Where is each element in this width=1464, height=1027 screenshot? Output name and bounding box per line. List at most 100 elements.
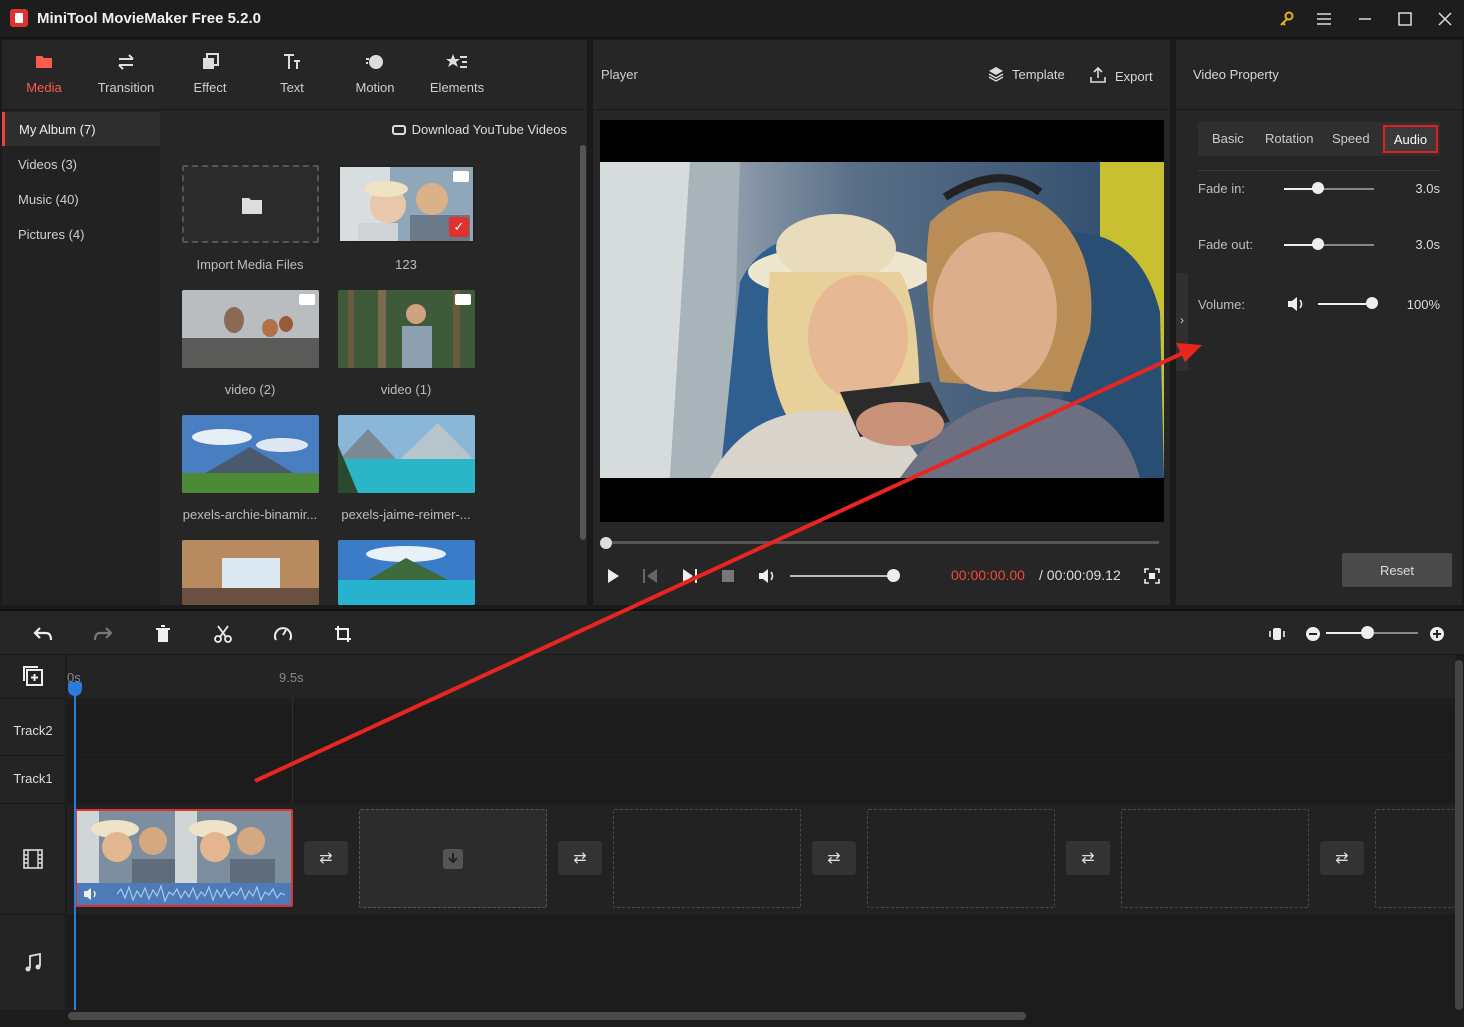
split-audio-icon[interactable] [1264, 621, 1290, 647]
ruler-mark-label: 9.5s [279, 670, 304, 685]
fade-in-knob[interactable] [1312, 182, 1324, 194]
empty-clip-slot[interactable] [1375, 809, 1455, 908]
tab-basic[interactable]: Basic [1212, 131, 1244, 146]
redo-icon[interactable] [90, 621, 116, 647]
tab-effect[interactable]: Effect [168, 50, 252, 106]
empty-clip-slot[interactable] [1121, 809, 1309, 908]
template-button[interactable]: Template [988, 66, 1065, 82]
fade-out-value: 3.0s [1415, 237, 1440, 252]
empty-clip-slot[interactable] [613, 809, 801, 908]
tab-audio[interactable]: Audio [1383, 125, 1438, 153]
effect-icon [203, 53, 219, 69]
elements-icon [446, 54, 467, 68]
progress-track[interactable] [606, 541, 1159, 544]
fade-out-knob[interactable] [1312, 238, 1324, 250]
media-thumb-pexels-archie[interactable] [182, 415, 319, 493]
tab-text-label: Text [280, 80, 304, 95]
media-thumb-video-2[interactable] [182, 290, 319, 368]
volume-icon[interactable] [755, 564, 779, 588]
media-thumb-resort[interactable] [338, 540, 475, 605]
tab-text[interactable]: Text [250, 50, 334, 106]
tab-speed[interactable]: Speed [1332, 131, 1370, 146]
playhead-handle[interactable] [68, 682, 82, 696]
zoom-in-icon[interactable] [1424, 621, 1450, 647]
maximize-icon[interactable] [1391, 6, 1419, 32]
play-button[interactable] [601, 564, 625, 588]
track1-lane[interactable] [67, 756, 1456, 803]
delete-icon[interactable] [150, 621, 176, 647]
timeline-horizontal-scrollbar[interactable] [68, 1012, 1026, 1020]
track2-lane[interactable] [67, 705, 1456, 754]
previous-frame-button[interactable] [638, 564, 662, 588]
folder-icon [242, 198, 262, 214]
export-button[interactable]: Export [1089, 66, 1153, 84]
timeline-ruler[interactable]: 0s 9.5s [67, 655, 1456, 698]
empty-clip-slot[interactable] [867, 809, 1055, 908]
tab-motion[interactable]: Motion [333, 50, 417, 106]
undo-icon[interactable] [30, 621, 56, 647]
divider [0, 803, 66, 804]
transition-slot-button[interactable]: ⇄ [1066, 841, 1110, 875]
reset-button[interactable]: Reset [1342, 553, 1452, 587]
transition-slot-button[interactable]: ⇄ [558, 841, 602, 875]
tab-elements[interactable]: Elements [415, 50, 499, 106]
close-icon[interactable] [1431, 6, 1459, 32]
collapse-panel-chevron-icon[interactable]: › [1176, 273, 1188, 371]
media-thumb-123[interactable]: ✓ [338, 165, 475, 243]
media-scrollbar[interactable] [580, 145, 586, 540]
tab-transition-label: Transition [97, 80, 155, 95]
crop-icon[interactable] [330, 621, 356, 647]
video-preview[interactable] [600, 120, 1164, 522]
music-track-lane[interactable] [67, 915, 1456, 1010]
scissors-icon[interactable] [210, 621, 236, 647]
transition-slot-button[interactable]: ⇄ [1320, 841, 1364, 875]
check-icon: ✓ [449, 217, 469, 237]
player-volume-knob[interactable] [887, 569, 900, 582]
next-frame-button[interactable] [678, 564, 702, 588]
zoom-knob[interactable] [1361, 626, 1374, 639]
menu-icon[interactable] [1310, 6, 1338, 32]
empty-clip-slot[interactable] [359, 809, 547, 908]
media-grid: Download YouTube Videos Import Media Fil… [160, 110, 587, 605]
total-time: / 00:00:09.12 [1039, 567, 1121, 583]
progress-knob[interactable] [600, 537, 612, 549]
transition-slot-button[interactable]: ⇄ [304, 841, 348, 875]
player-volume-track[interactable] [790, 575, 893, 577]
zoom-out-icon[interactable] [1300, 621, 1326, 647]
video-badge-icon [453, 171, 469, 182]
minimize-icon[interactable] [1351, 6, 1379, 32]
album-item-music[interactable]: Music (40) [2, 182, 160, 216]
tab-motion-label: Motion [355, 80, 395, 95]
key-icon[interactable] [1273, 6, 1301, 32]
media-thumb-pexels-jaime[interactable] [338, 415, 475, 493]
stop-button[interactable] [716, 564, 740, 588]
tab-rotation[interactable]: Rotation [1265, 131, 1313, 146]
playhead[interactable] [74, 682, 76, 1010]
volume-knob[interactable] [1366, 297, 1378, 309]
app-title: MiniTool MovieMaker Free 5.2.0 [37, 10, 261, 27]
tab-media-label: Media [26, 80, 62, 95]
video-clip[interactable] [75, 809, 293, 907]
import-media-button[interactable] [182, 165, 319, 243]
tab-transition[interactable]: Transition [84, 50, 168, 106]
clip-speaker-icon[interactable] [83, 887, 99, 904]
album-item-my-album[interactable]: My Album (7) [2, 112, 160, 146]
media-panel: Media Transition Effect Text Motion Elem… [2, 40, 587, 605]
swap-icon [118, 54, 134, 70]
album-list: My Album (7) Videos (3) Music (40) Pictu… [2, 110, 160, 605]
music-track-icon [24, 952, 42, 976]
media-tabs: Media Transition Effect Text Motion Elem… [2, 40, 587, 110]
media-thumb-van[interactable] [182, 540, 319, 605]
speed-icon[interactable] [270, 621, 296, 647]
divider [0, 914, 66, 915]
timeline-vertical-scrollbar[interactable] [1455, 660, 1463, 1010]
download-youtube-link[interactable]: Download YouTube Videos [391, 122, 567, 137]
media-thumb-video-1[interactable] [338, 290, 475, 368]
album-item-pictures[interactable]: Pictures (4) [2, 217, 160, 251]
album-item-videos[interactable]: Videos (3) [2, 147, 160, 181]
fullscreen-icon[interactable] [1140, 564, 1164, 588]
add-track-icon[interactable] [22, 665, 44, 690]
transition-slot-button[interactable]: ⇄ [812, 841, 856, 875]
video-badge-icon [455, 294, 471, 305]
tab-media[interactable]: Media [2, 50, 86, 106]
